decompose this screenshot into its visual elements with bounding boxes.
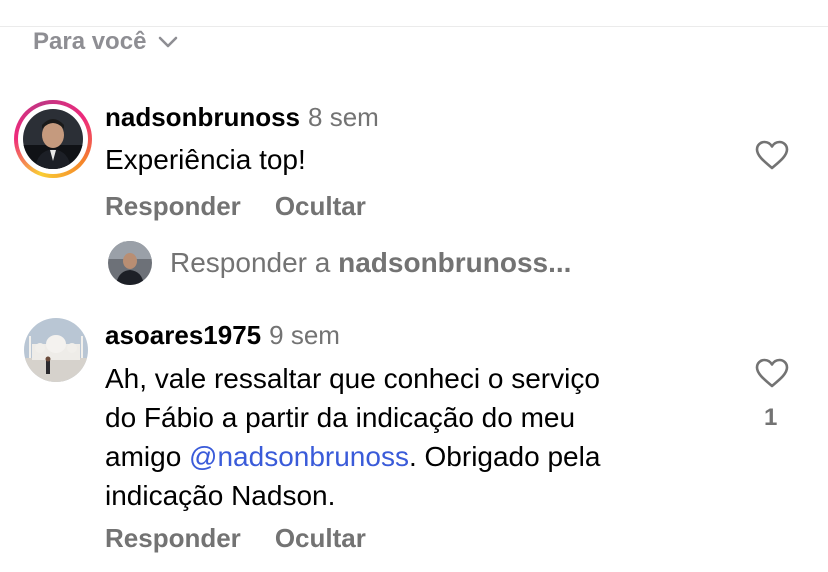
sort-dropdown[interactable]: Para você [33,26,178,58]
top-divider [0,0,828,27]
comment-text-line: Ah, vale ressaltar que conheci o serviço [105,363,600,394]
comment-text-line: do Fábio a partir da indicação do meu [105,402,576,433]
comment-text: Ah, vale ressaltar que conheci o serviço… [105,359,745,515]
like-count: 1 [764,404,778,431]
chevron-down-icon [158,35,178,49]
comment-text-fragment: amigo [105,441,190,472]
comment-username[interactable]: nadsonbrunoss [105,102,300,132]
heart-outline-icon[interactable] [755,358,789,393]
comment-text: Experiência top! [105,144,306,175]
reply-prompt[interactable]: Responder a nadsonbrunoss... [108,240,571,286]
comment-text-fragment: . Obrigado pela [408,441,601,472]
comment-username[interactable]: asoares1975 [105,320,261,350]
comment-time: 9 sem [269,320,340,350]
comment-header: asoares1975 9 sem [105,320,340,351]
current-user-avatar [108,241,152,285]
comment-time: 8 sem [308,102,379,132]
avatar [23,109,83,169]
reply-prompt-text: Responder a nadsonbrunoss... [170,247,571,279]
hide-button[interactable]: Ocultar [275,523,366,554]
reply-prompt-prefix: Responder a [170,247,339,278]
heart-outline-icon[interactable] [755,140,789,175]
reply-prompt-target: nadsonbrunoss... [338,247,572,278]
hide-button[interactable]: Ocultar [275,191,366,222]
sort-label: Para você [33,28,147,55]
user-mention-link[interactable]: @nadsonbrunoss [189,441,409,472]
avatar[interactable] [24,318,88,382]
comment-actions: Responder Ocultar [105,191,366,222]
comment-text-line: amigo @nadsonbrunoss. Obrigado pela [105,437,745,476]
reply-button[interactable]: Responder [105,191,241,222]
comment-header: nadsonbrunoss 8 sem [105,102,379,133]
story-ring[interactable] [14,100,92,178]
comment-actions: Responder Ocultar [105,523,366,554]
comment-text-line: indicação Nadson. [105,480,336,511]
reply-button[interactable]: Responder [105,523,241,554]
